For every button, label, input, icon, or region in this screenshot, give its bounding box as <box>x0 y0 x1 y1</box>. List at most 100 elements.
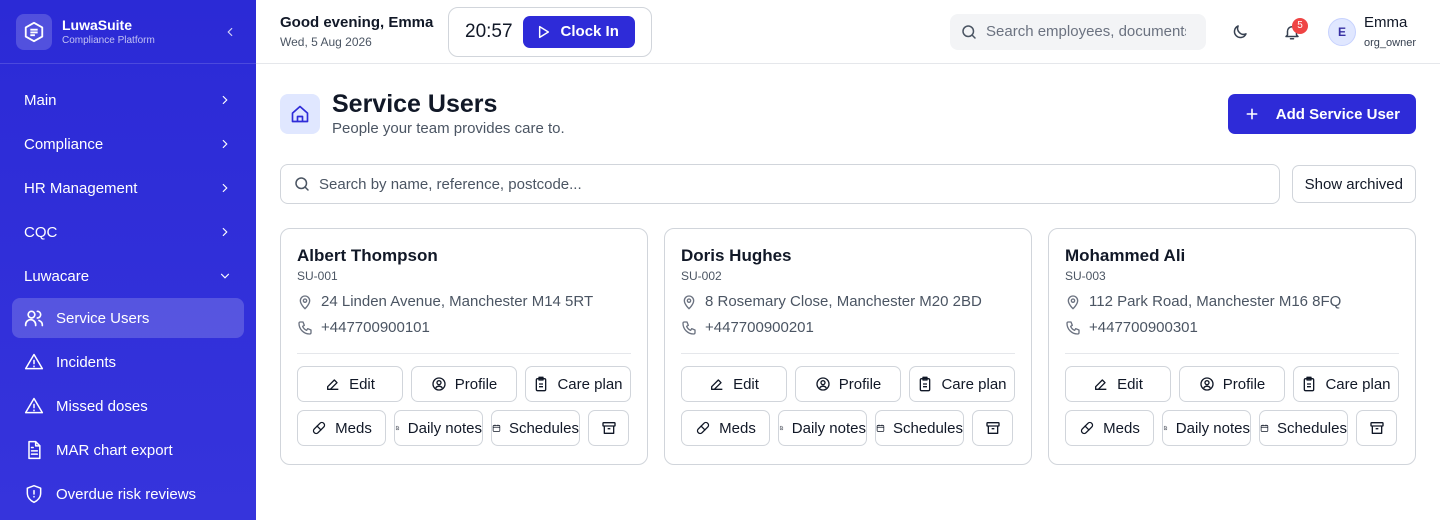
chevron-right-icon <box>222 139 228 149</box>
clock-in-label: Clock In <box>560 23 619 40</box>
add-service-user-label: Add Service User <box>1275 105 1400 123</box>
chevron-right-icon <box>222 183 228 193</box>
phone-icon <box>298 321 312 335</box>
sidebar-item-overdue-risk-reviews[interactable]: Overdue risk reviews <box>12 474 244 514</box>
chevron-down-icon <box>220 273 230 279</box>
profile-button[interactable]: Profile <box>411 366 517 402</box>
profile-label: Profile <box>1222 375 1266 393</box>
profile-button[interactable]: Profile <box>795 366 901 402</box>
page-title: Service Users <box>332 90 498 118</box>
play-icon <box>538 25 549 38</box>
sidebar-group-label: HR Management <box>24 179 138 197</box>
location-pin-icon <box>299 295 311 310</box>
schedules-label: Schedules <box>508 419 579 437</box>
service-user-ref: SU-002 <box>681 269 722 283</box>
clipboard-icon <box>1304 376 1315 392</box>
clock-widget: 20:57 Clock In <box>448 6 652 57</box>
add-service-user-button[interactable]: Add Service User <box>1227 94 1416 134</box>
sidebar-group-luwacare[interactable]: Luwacare <box>12 254 244 298</box>
sidebar-item-mar-chart-export[interactable]: MAR chart export <box>12 430 244 470</box>
document-icon <box>24 440 44 460</box>
service-user-address: 24 Linden Avenue, Manchester M14 5RT <box>321 293 594 310</box>
plus-icon <box>1246 108 1258 120</box>
pill-icon <box>312 421 326 435</box>
sidebar-item-missed-doses[interactable]: Missed doses <box>12 386 244 426</box>
care-plan-button[interactable]: Care plan <box>1293 366 1399 402</box>
chevron-right-icon <box>222 95 228 105</box>
edit-button[interactable]: Edit <box>681 366 787 402</box>
service-user-search[interactable] <box>280 164 1280 204</box>
edit-icon <box>711 379 723 390</box>
profile-button[interactable]: Profile <box>1179 366 1285 402</box>
edit-icon <box>327 379 339 390</box>
daily-notes-button[interactable]: Daily notes <box>394 410 483 446</box>
theme-toggle-button[interactable] <box>1222 14 1258 50</box>
users-icon <box>24 308 44 328</box>
calendar-icon <box>492 424 501 432</box>
daily-notes-button[interactable]: Daily notes <box>778 410 867 446</box>
global-search[interactable] <box>950 13 1207 50</box>
warning-icon <box>24 396 44 416</box>
archive-icon <box>601 422 616 434</box>
service-user-address: 112 Park Road, Manchester M16 8FQ <box>1089 293 1342 310</box>
notes-icon <box>395 426 399 430</box>
pill-icon <box>696 421 710 435</box>
daily-notes-button[interactable]: Daily notes <box>1162 410 1251 446</box>
archive-button[interactable] <box>1356 410 1397 446</box>
schedules-label: Schedules <box>892 419 963 437</box>
user-circle-icon <box>816 377 830 391</box>
search-icon <box>962 24 976 39</box>
user-circle-icon <box>432 377 446 391</box>
main-content: Service Users People your team provides … <box>280 64 1416 465</box>
service-user-name: Mohammed Ali <box>1065 246 1186 265</box>
home-icon <box>280 94 320 134</box>
service-user-list: Albert Thompson SU-001 24 Linden Avenue,… <box>280 228 1416 465</box>
schedules-button[interactable]: Schedules <box>875 410 964 446</box>
meds-button[interactable]: Meds <box>681 410 770 446</box>
top-header: Good evening, Emma Wed, 5 Aug 2026 20:57… <box>256 0 1440 64</box>
meds-label: Meds <box>335 419 372 437</box>
notifications-button[interactable]: 5 <box>1274 14 1310 50</box>
sidebar-item-label: Missed doses <box>56 397 148 415</box>
brand-name: LuwaSuite <box>62 16 133 33</box>
care-plan-button[interactable]: Care plan <box>525 366 631 402</box>
service-user-address: 8 Rosemary Close, Manchester M20 2BD <box>705 293 982 310</box>
sidebar-item-incidents[interactable]: Incidents <box>12 342 244 382</box>
sidebar-group-label: CQC <box>24 223 58 241</box>
schedules-button[interactable]: Schedules <box>1259 410 1348 446</box>
collapse-sidebar-button[interactable] <box>220 22 240 42</box>
sidebar-item-label: MAR chart export <box>56 441 173 459</box>
clock-in-button[interactable]: Clock In <box>522 15 635 48</box>
sidebar-item-service-users[interactable]: Service Users <box>12 298 244 338</box>
sidebar-group-hr-management[interactable]: HR Management <box>12 166 244 210</box>
service-user-phone: +447700900301 <box>1089 319 1198 336</box>
sidebar-item-label: Service Users <box>56 309 150 327</box>
phone-row: +447700900301 <box>1065 319 1399 337</box>
phone-row: +447700900101 <box>297 319 631 337</box>
service-user-ref: SU-003 <box>1065 269 1106 283</box>
global-search-input[interactable] <box>986 23 1187 40</box>
sidebar-group-cqc[interactable]: CQC <box>12 210 244 254</box>
service-user-search-input[interactable] <box>319 175 1219 193</box>
search-icon <box>295 177 309 191</box>
profile-label: Profile <box>838 375 882 393</box>
location-pin-icon <box>1067 295 1079 310</box>
service-user-phone: +447700900201 <box>705 319 814 336</box>
sidebar-group-label: Luwacare <box>24 267 90 285</box>
show-archived-button[interactable]: Show archived <box>1291 165 1416 203</box>
user-menu[interactable]: E Emma org_owner <box>1328 14 1416 50</box>
daily-notes-label: Daily notes <box>1175 419 1250 437</box>
warning-icon <box>24 352 44 372</box>
sidebar-group-main[interactable]: Main <box>12 78 244 122</box>
schedules-button[interactable]: Schedules <box>491 410 580 446</box>
meds-button[interactable]: Meds <box>297 410 386 446</box>
archive-button[interactable] <box>588 410 629 446</box>
care-plan-button[interactable]: Care plan <box>909 366 1015 402</box>
sidebar-group-compliance[interactable]: Compliance <box>12 122 244 166</box>
edit-button[interactable]: Edit <box>1065 366 1171 402</box>
schedules-label: Schedules <box>1276 419 1347 437</box>
meds-button[interactable]: Meds <box>1065 410 1154 446</box>
edit-button[interactable]: Edit <box>297 366 403 402</box>
calendar-icon <box>1260 424 1269 432</box>
archive-button[interactable] <box>972 410 1013 446</box>
